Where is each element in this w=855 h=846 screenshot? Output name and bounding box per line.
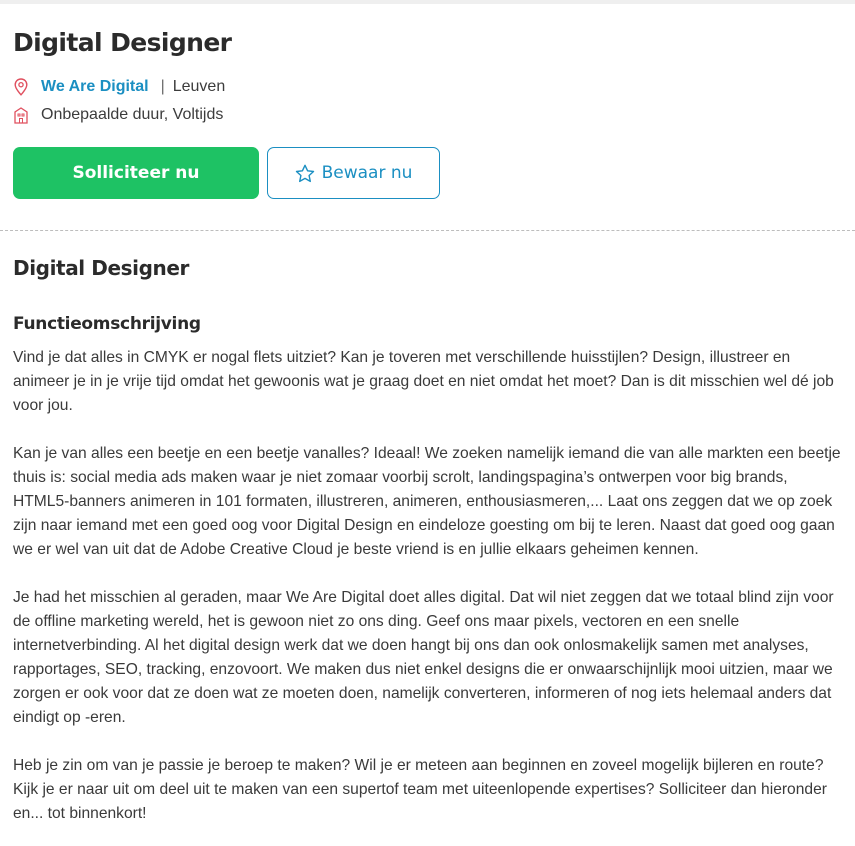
apply-button[interactable]: Solliciteer nu bbox=[13, 147, 259, 199]
description-paragraph: Kan je van alles een beetje en een beetj… bbox=[13, 445, 841, 558]
star-icon bbox=[295, 164, 315, 183]
separator: | bbox=[160, 78, 165, 95]
save-button-label: Bewaar nu bbox=[321, 163, 413, 183]
save-button[interactable]: Bewaar nu bbox=[267, 147, 440, 199]
building-icon bbox=[13, 105, 29, 125]
company-link[interactable]: We Are Digital bbox=[41, 78, 149, 96]
description-paragraph: Heb je zin om van je passie je beroep te… bbox=[13, 757, 827, 822]
description-paragraph: Vind je dat alles in CMYK er nogal flets… bbox=[13, 349, 834, 414]
job-title: Digital Designer bbox=[13, 28, 232, 57]
job-description: Digital Designer Functieomschrijving Vin… bbox=[13, 254, 843, 826]
section-divider bbox=[0, 230, 855, 231]
contract-type: Onbepaalde duur, Voltijds bbox=[41, 106, 224, 123]
description-heading: Digital Designer bbox=[13, 256, 190, 280]
company-location-row: We Are Digital | Leuven bbox=[13, 75, 843, 99]
job-header: Digital Designer We Are Digital | Leuven… bbox=[13, 26, 843, 199]
map-pin-icon bbox=[13, 77, 29, 97]
description-subheading: Functieomschrijving bbox=[13, 314, 201, 334]
action-buttons: Solliciteer nu Bewaar nu bbox=[13, 147, 843, 199]
description-paragraph: Je had het misschien al geraden, maar We… bbox=[13, 589, 834, 726]
contract-row: Onbepaalde duur, Voltijds bbox=[13, 103, 843, 127]
job-location: Leuven bbox=[172, 78, 226, 95]
top-strip bbox=[0, 0, 855, 4]
